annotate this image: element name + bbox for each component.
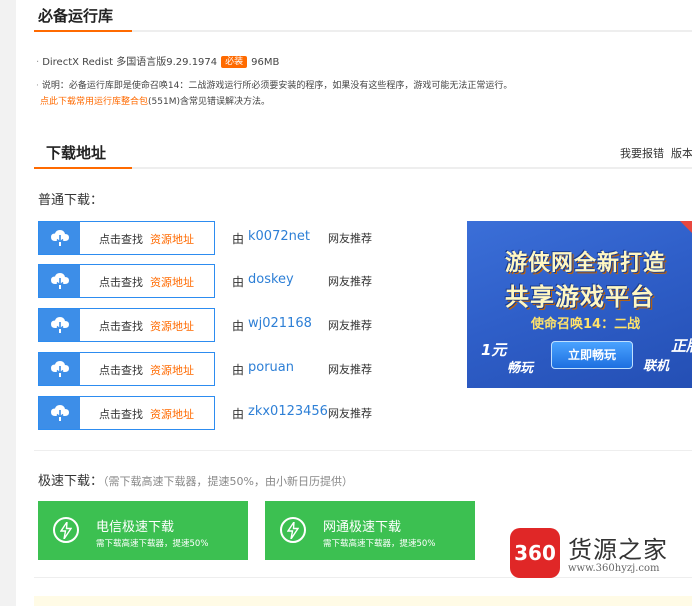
telecom-fast-title: 电信极速下载	[96, 520, 175, 535]
runtime-item-size: 96MB	[251, 57, 280, 68]
recommend-label: 网友推荐	[328, 232, 372, 245]
bullet: ·	[36, 81, 39, 91]
find-label: 点击查找	[99, 408, 143, 421]
watermark-site-name: 货源之家	[568, 536, 668, 564]
uploader-link[interactable]: k0072net	[248, 229, 310, 244]
ad-headline: 游侠网全新打造	[505, 251, 667, 276]
telecom-fast-sub: 需下载高速下载器，提速50%	[96, 539, 209, 549]
recommend-label: 网友推荐	[328, 319, 372, 332]
report-error-text[interactable]: 我要报错	[620, 147, 664, 160]
cloud-download-icon	[39, 265, 80, 297]
runtime-section-title: 必备运行库	[38, 7, 114, 25]
find-resource-text: 点击查找 资源地址	[99, 406, 194, 422]
required-badge: 必装	[221, 56, 248, 68]
runtime-note: · 说明：必备运行库即是使命召唤14：二战游戏运行所必须要安装的程序，如果没有这些…	[36, 78, 512, 91]
bottom-divider	[34, 577, 692, 578]
by-label: 由	[232, 275, 245, 289]
find-resource-text: 点击查找 资源地址	[99, 362, 194, 378]
download-title-underline	[34, 167, 132, 169]
runtime-title-underline	[34, 30, 132, 32]
watermark-360-logo: 360	[510, 528, 560, 578]
cloud-download-icon	[39, 309, 80, 341]
ad-play-text: 畅玩	[507, 361, 534, 376]
ad-official-text: 正版	[671, 337, 692, 355]
fast-download-info: 极速下载：（需下载高速下载器，提速50%，由小新日历提供）	[38, 470, 353, 489]
find-label: 点击查找	[99, 233, 143, 246]
ad-subheadline: 共享游戏平台	[505, 283, 655, 311]
runtime-pack-link[interactable]: 点此下载常用运行库整合包	[40, 97, 148, 107]
fast-divider	[34, 450, 692, 451]
version-link[interactable]: 版本	[671, 147, 692, 160]
resource-address-label: 资源地址	[150, 364, 194, 377]
fast-download-label: 极速下载：	[38, 474, 104, 489]
find-resource-button[interactable]: 点击查找 资源地址	[38, 352, 215, 386]
recommend-label: 网友推荐	[328, 407, 372, 420]
download-row: 点击查找 资源地址 由 wj021168 网友推荐	[38, 308, 418, 342]
runtime-divider	[34, 30, 692, 32]
find-resource-text: 点击查找 资源地址	[99, 231, 194, 247]
download-row: 点击查找 资源地址 由 k0072net 网友推荐	[38, 221, 418, 255]
page: 必备运行库 · DirectX Redist 多国语言版9.29.1974 必装 96…	[16, 0, 692, 606]
netcom-fast-download-button[interactable]: 网通极速下载 需下载高速下载器，提速50%	[265, 501, 475, 560]
find-label: 点击查找	[99, 364, 143, 377]
runtime-item-name[interactable]: DirectX Redist 多国语言版9.29.1974	[42, 57, 217, 68]
runtime-pack-tail: (551M)含常见错误解决方法。	[148, 97, 270, 107]
resource-address-label: 资源地址	[150, 233, 194, 246]
bottom-notice-strip	[34, 596, 692, 606]
netcom-fast-title: 网通极速下载	[323, 520, 402, 535]
uploader-link[interactable]: poruan	[248, 360, 294, 375]
lightning-icon	[280, 517, 306, 543]
play-now-button[interactable]: 立即畅玩	[551, 341, 633, 369]
find-label: 点击查找	[99, 320, 143, 333]
runtime-note-text: 说明：必备运行库即是使命召唤14：二战游戏运行所必须要安装的程序，如果没有这些程…	[41, 81, 513, 91]
download-row: 点击查找 资源地址 由 zkx0123456 网友推荐	[38, 396, 418, 430]
telecom-fast-download-button[interactable]: 电信极速下载 需下载高速下载器，提速50%	[38, 501, 248, 560]
find-resource-text: 点击查找 资源地址	[99, 318, 194, 334]
lightning-icon	[53, 517, 79, 543]
netcom-fast-sub: 需下载高速下载器，提速50%	[323, 539, 436, 549]
normal-download-label: 普通下载：	[38, 193, 104, 208]
cloud-download-icon	[39, 397, 80, 429]
runtime-pack: 点此下载常用运行库整合包(551M)含常见错误解决方法。	[40, 94, 270, 107]
resource-address-label: 资源地址	[150, 408, 194, 421]
find-resource-text: 点击查找 资源地址	[99, 274, 194, 290]
cloud-download-icon	[39, 353, 80, 385]
download-row: 点击查找 资源地址 由 poruan 网友推荐	[38, 352, 418, 386]
bullet: ·	[36, 57, 40, 68]
find-resource-button[interactable]: 点击查找 资源地址	[38, 221, 215, 255]
ad-online-text: 联机	[643, 359, 670, 374]
uploader-link[interactable]: wj021168	[248, 316, 312, 331]
resource-address-label: 资源地址	[150, 276, 194, 289]
resource-address-label: 资源地址	[150, 320, 194, 333]
ad-game-name: 使命召唤14：二战	[531, 317, 641, 332]
download-row: 点击查找 资源地址 由 doskey 网友推荐	[38, 264, 418, 298]
download-section-title: 下载地址	[46, 144, 107, 162]
game-platform-ad-banner[interactable]: 游侠网全新打造 共享游戏平台 使命召唤14：二战 立即畅玩 1元 畅玩 正版 联…	[467, 221, 692, 388]
by-label: 由	[232, 407, 245, 421]
find-resource-button[interactable]: 点击查找 资源地址	[38, 264, 215, 298]
watermark-site-url: www.360hyzj.com	[568, 563, 660, 574]
uploader-link[interactable]: doskey	[248, 272, 294, 287]
ad-corner-mark	[680, 221, 692, 233]
download-divider	[34, 167, 692, 169]
find-label: 点击查找	[99, 276, 143, 289]
cloud-download-icon	[39, 222, 80, 254]
fast-download-desc: （需下载高速下载器，提速50%，由小新日历提供）	[103, 475, 353, 488]
by-label: 由	[232, 363, 245, 377]
ad-price-text: 1元	[481, 341, 507, 359]
by-label: 由	[232, 232, 245, 246]
uploader-link[interactable]: zkx0123456	[248, 404, 328, 419]
recommend-label: 网友推荐	[328, 363, 372, 376]
find-resource-button[interactable]: 点击查找 资源地址	[38, 308, 215, 342]
by-label: 由	[232, 319, 245, 333]
runtime-item: · DirectX Redist 多国语言版9.29.1974 必装 96MB	[36, 53, 279, 68]
recommend-label: 网友推荐	[328, 275, 372, 288]
report-error-link[interactable]: 我要报错 版本	[620, 145, 692, 161]
find-resource-button[interactable]: 点击查找 资源地址	[38, 396, 215, 430]
